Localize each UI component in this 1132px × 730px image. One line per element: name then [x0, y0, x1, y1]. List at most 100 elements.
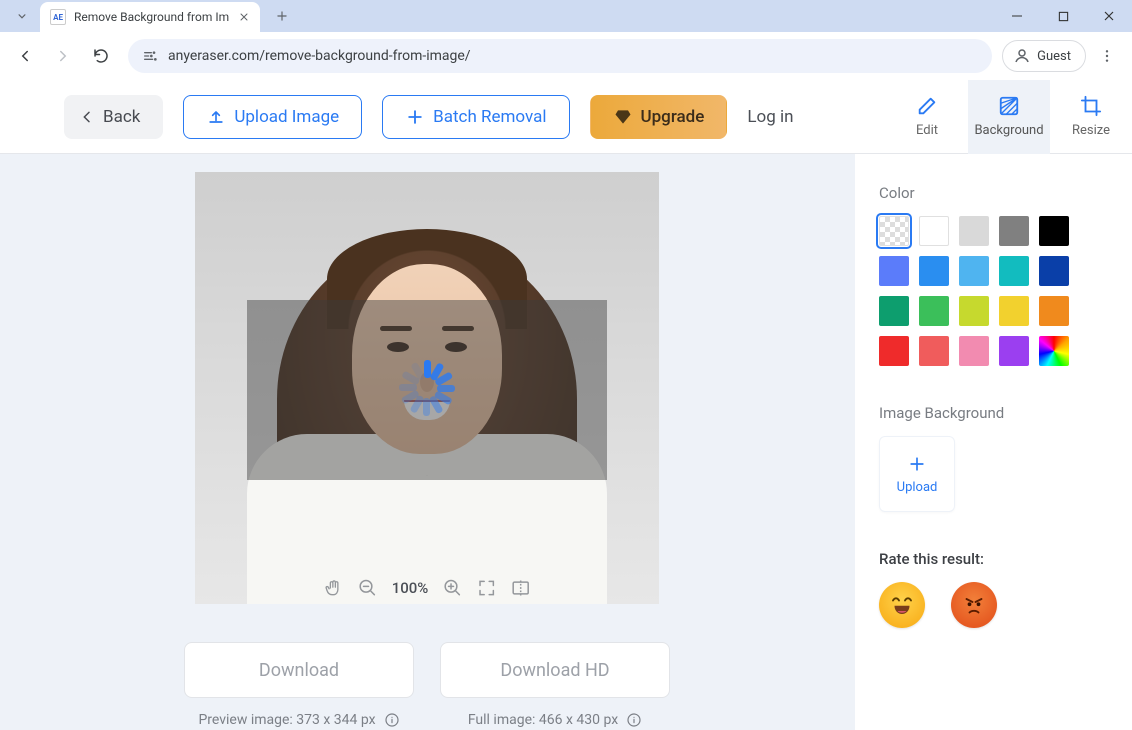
app-toolbar: Back Upload Image Batch Removal Upgrade …	[0, 80, 1132, 154]
new-tab-button[interactable]	[268, 2, 296, 30]
color-swatch-purple[interactable]	[999, 336, 1029, 366]
tab-resize-label: Resize	[1072, 123, 1110, 138]
plus-icon	[405, 107, 425, 127]
back-button[interactable]: Back	[64, 95, 163, 139]
color-swatch-light-blue[interactable]	[959, 256, 989, 286]
download-row: Download Preview image: 373 x 344 px Dow…	[184, 642, 670, 728]
tab-background-label: Background	[974, 123, 1043, 138]
tab-strip: AE Remove Background from Im	[0, 0, 1132, 32]
rate-row	[879, 582, 1108, 628]
tab-resize[interactable]: Resize	[1050, 80, 1132, 154]
download-button[interactable]: Download	[184, 642, 414, 698]
reload-button[interactable]	[84, 39, 118, 73]
preview-info-text: Preview image: 373 x 344 px	[198, 712, 375, 728]
person-icon	[1013, 47, 1031, 65]
color-swatch-teal[interactable]	[879, 296, 909, 326]
download-hd-label: Download HD	[500, 660, 609, 681]
upgrade-label: Upgrade	[641, 107, 705, 127]
chevron-down-icon	[15, 9, 29, 23]
address-bar-row: anyeraser.com/remove-background-from-ima…	[0, 32, 1132, 80]
color-swatch-pink[interactable]	[959, 336, 989, 366]
tab-title: Remove Background from Im	[74, 10, 232, 24]
canvas-area: 100% Download Preview image: 373 x 344 p…	[0, 154, 854, 730]
zoom-level: 100%	[392, 579, 429, 597]
tab-edit[interactable]: Edit	[886, 80, 968, 154]
minimize-button[interactable]	[994, 0, 1040, 32]
photo-canvas[interactable]: 100%	[195, 172, 659, 604]
background-icon	[998, 95, 1020, 117]
upload-bg-label: Upload	[897, 480, 938, 495]
laughing-emoji-icon	[887, 590, 917, 620]
info-icon[interactable]	[626, 712, 642, 728]
main-area: 100% Download Preview image: 373 x 344 p…	[0, 154, 1132, 730]
rate-happy-button[interactable]	[879, 582, 925, 628]
color-swatch-cyan[interactable]	[999, 256, 1029, 286]
upgrade-button[interactable]: Upgrade	[590, 95, 728, 139]
download-hd-button[interactable]: Download HD	[440, 642, 670, 698]
color-title: Color	[879, 184, 1108, 202]
fullscreen-icon[interactable]	[476, 578, 496, 598]
chevron-left-icon	[79, 109, 95, 125]
rate-angry-button[interactable]	[951, 582, 997, 628]
hand-tool-icon[interactable]	[324, 578, 344, 598]
login-link[interactable]: Log in	[747, 107, 793, 127]
edit-icon	[916, 95, 938, 117]
batch-label: Batch Removal	[433, 107, 546, 127]
guest-label: Guest	[1037, 49, 1071, 64]
tab-edit-label: Edit	[916, 123, 938, 138]
crop-icon	[1080, 95, 1102, 117]
info-icon[interactable]	[384, 712, 400, 728]
plus-icon	[907, 454, 927, 474]
browser-more-button[interactable]	[1090, 39, 1124, 73]
rate-title: Rate this result:	[879, 550, 1108, 568]
zoom-out-icon[interactable]	[358, 578, 378, 598]
loading-spinner-icon	[397, 358, 457, 418]
background-panel: Color Image Background Upload Rate this …	[854, 154, 1132, 730]
color-swatch-sky[interactable]	[919, 256, 949, 286]
batch-removal-button[interactable]: Batch Removal	[382, 95, 569, 139]
site-settings-icon[interactable]	[142, 48, 158, 64]
upload-image-button[interactable]: Upload Image	[183, 95, 362, 139]
compare-icon[interactable]	[510, 578, 530, 598]
color-swatch-navy[interactable]	[1039, 256, 1069, 286]
back-label: Back	[103, 107, 140, 127]
color-swatch-yellow[interactable]	[999, 296, 1029, 326]
hd-info: Full image: 466 x 430 px	[468, 712, 642, 728]
color-swatch-rainbow[interactable]	[1039, 336, 1069, 366]
angry-emoji-icon	[959, 590, 989, 620]
color-swatch-gray[interactable]	[999, 216, 1029, 246]
window-controls	[994, 0, 1132, 32]
guest-profile-button[interactable]: Guest	[1002, 40, 1086, 72]
color-swatch-black[interactable]	[1039, 216, 1069, 246]
diamond-icon	[613, 107, 633, 127]
color-swatch-lime[interactable]	[959, 296, 989, 326]
nav-forward-button[interactable]	[46, 39, 80, 73]
color-swatch-light-gray[interactable]	[959, 216, 989, 246]
color-swatch-green[interactable]	[919, 296, 949, 326]
maximize-button[interactable]	[1040, 0, 1086, 32]
color-swatch-transparent[interactable]	[879, 216, 909, 246]
tab-close-icon[interactable]	[238, 11, 250, 23]
color-swatch-coral[interactable]	[919, 336, 949, 366]
upload-icon	[206, 107, 226, 127]
upload-bg-button[interactable]: Upload	[879, 436, 955, 512]
color-swatch-blue[interactable]	[879, 256, 909, 286]
canvas-toolbar: 100%	[324, 578, 531, 598]
tab-background[interactable]: Background	[968, 80, 1050, 154]
tabs-dropdown[interactable]	[8, 2, 36, 30]
close-window-button[interactable]	[1086, 0, 1132, 32]
color-swatch-orange[interactable]	[1039, 296, 1069, 326]
image-bg-title: Image Background	[879, 404, 1108, 422]
browser-tab[interactable]: AE Remove Background from Im	[40, 2, 260, 32]
nav-back-button[interactable]	[8, 39, 42, 73]
omnibox[interactable]: anyeraser.com/remove-background-from-ima…	[128, 39, 992, 73]
browser-chrome: AE Remove Background from Im anyeraser.c…	[0, 0, 1132, 80]
download-label: Download	[259, 660, 339, 681]
upload-label: Upload Image	[234, 107, 339, 127]
color-swatch-white[interactable]	[919, 216, 949, 246]
zoom-in-icon[interactable]	[442, 578, 462, 598]
tool-tabs: Edit Background Resize	[886, 80, 1132, 154]
hd-info-text: Full image: 466 x 430 px	[468, 712, 618, 728]
color-swatch-red[interactable]	[879, 336, 909, 366]
favicon-icon: AE	[50, 9, 66, 25]
